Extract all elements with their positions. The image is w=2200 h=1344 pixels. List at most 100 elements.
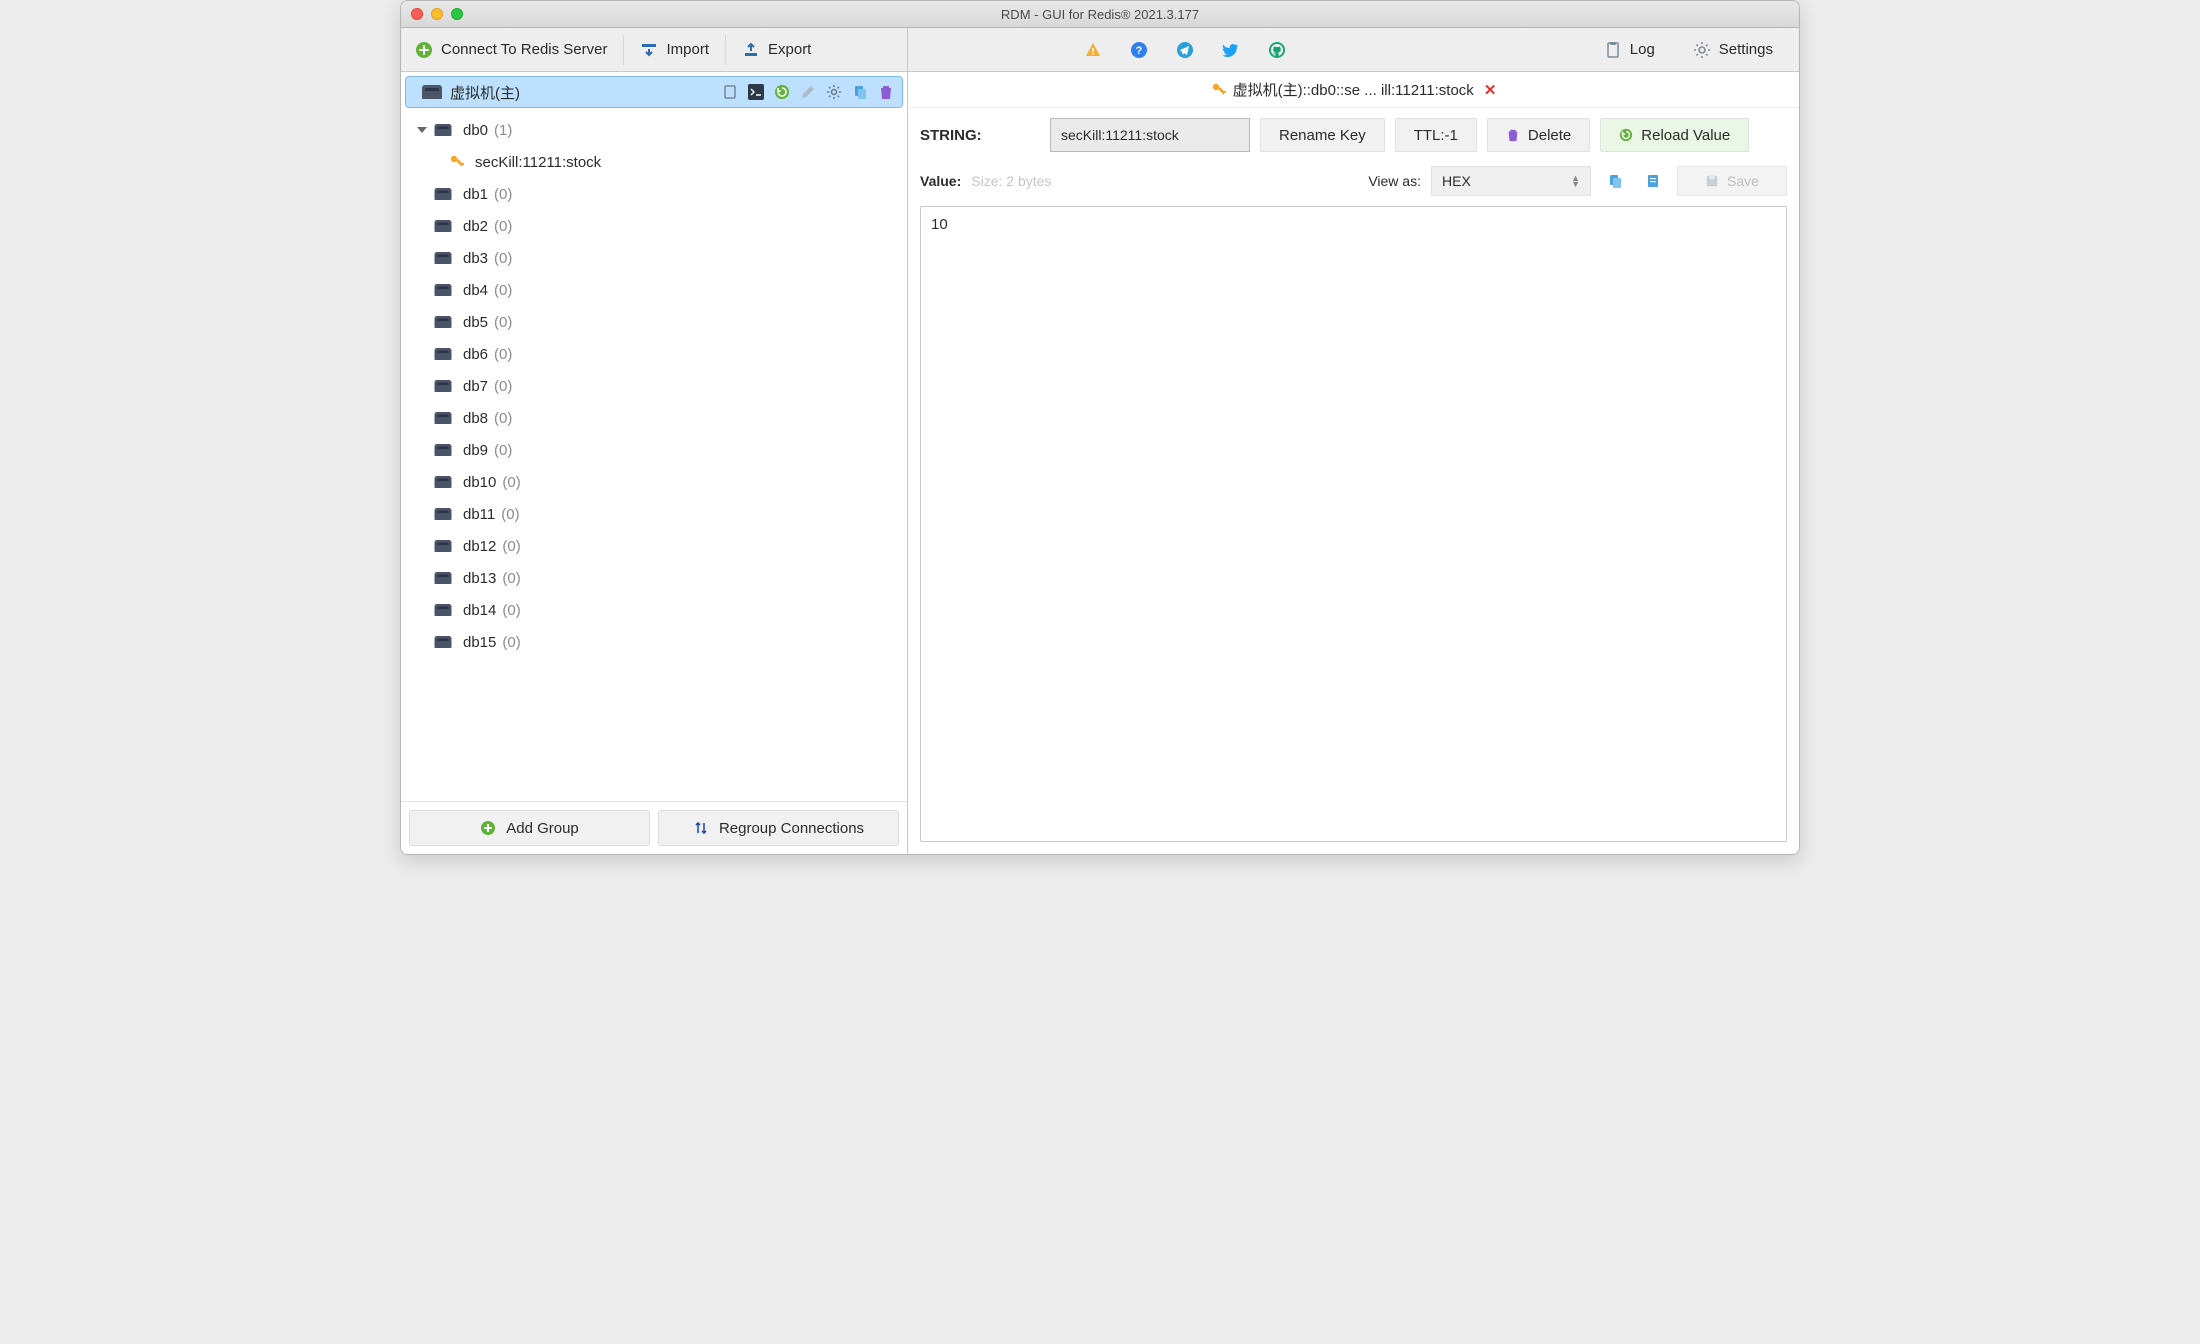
settings-button[interactable]: Settings bbox=[1683, 28, 1783, 72]
add-group-button[interactable]: Add Group bbox=[409, 810, 650, 846]
database-icon bbox=[435, 220, 452, 232]
db-count: (0) bbox=[494, 378, 512, 395]
export-button[interactable]: Export bbox=[728, 28, 825, 72]
clipboard-icon[interactable] bbox=[722, 84, 738, 100]
copy-value-button[interactable] bbox=[1601, 167, 1629, 195]
window-controls bbox=[411, 8, 463, 20]
reload-icon bbox=[1619, 128, 1633, 142]
db-row[interactable]: db2 (0) bbox=[401, 210, 907, 242]
github-icon[interactable] bbox=[1268, 41, 1286, 59]
db-name: db11 bbox=[463, 506, 495, 523]
db-name: db9 bbox=[463, 442, 488, 459]
database-icon bbox=[435, 412, 452, 424]
connect-button[interactable]: Connect To Redis Server bbox=[401, 28, 621, 72]
database-icon bbox=[435, 380, 452, 392]
db-name: db14 bbox=[463, 602, 496, 619]
rename-key-button[interactable]: Rename Key bbox=[1260, 118, 1385, 152]
format-value-button[interactable] bbox=[1639, 167, 1667, 195]
export-label: Export bbox=[768, 41, 811, 58]
import-button[interactable]: Import bbox=[626, 28, 723, 72]
database-icon bbox=[435, 604, 452, 616]
view-mode-value: HEX bbox=[1442, 173, 1471, 189]
db-row[interactable]: db12 (0) bbox=[401, 530, 907, 562]
tab[interactable]: 虚拟机(主)::db0::se ... ill:11211:stock ✕ bbox=[1211, 79, 1497, 100]
sidebar-footer: Add Group Regroup Connections bbox=[401, 801, 907, 854]
window-title: RDM - GUI for Redis® 2021.3.177 bbox=[401, 7, 1799, 22]
svg-text:?: ? bbox=[1136, 45, 1143, 57]
db-row[interactable]: db4 (0) bbox=[401, 274, 907, 306]
reload-icon[interactable] bbox=[774, 84, 790, 100]
twitter-icon[interactable] bbox=[1222, 41, 1240, 59]
database-icon bbox=[435, 444, 452, 456]
db-row[interactable]: db8 (0) bbox=[401, 402, 907, 434]
gear-icon[interactable] bbox=[826, 84, 842, 100]
chevron-up-down-icon: ▲▼ bbox=[1571, 175, 1580, 187]
db-row[interactable]: db14 (0) bbox=[401, 594, 907, 626]
help-icon[interactable]: ? bbox=[1130, 41, 1148, 59]
toolbar: Connect To Redis Server Import Export ? bbox=[401, 28, 1799, 72]
window-maximize-button[interactable] bbox=[451, 8, 463, 20]
view-as-label: View as: bbox=[1368, 173, 1421, 189]
db-name: db0 bbox=[463, 122, 488, 139]
db-row[interactable]: db11 (0) bbox=[401, 498, 907, 530]
db-row[interactable]: db0 (1) bbox=[401, 114, 907, 146]
toolbar-right: ? Log Settings bbox=[908, 28, 1799, 71]
window-minimize-button[interactable] bbox=[431, 8, 443, 20]
db-count: (0) bbox=[494, 186, 512, 203]
clipboard-icon bbox=[1604, 41, 1622, 59]
db-name: db12 bbox=[463, 538, 496, 555]
terminal-icon[interactable] bbox=[748, 84, 764, 100]
db-row[interactable]: db15 (0) bbox=[401, 626, 907, 658]
db-count: (0) bbox=[494, 410, 512, 427]
db-count: (0) bbox=[502, 538, 520, 555]
log-label: Log bbox=[1630, 41, 1655, 58]
db-count: (0) bbox=[502, 634, 520, 651]
db-name: db13 bbox=[463, 570, 496, 587]
reload-value-button[interactable]: Reload Value bbox=[1600, 118, 1749, 152]
save-icon bbox=[1705, 174, 1719, 188]
window-close-button[interactable] bbox=[411, 8, 423, 20]
db-row[interactable]: db1 (0) bbox=[401, 178, 907, 210]
toolbar-left: Connect To Redis Server Import Export bbox=[401, 28, 908, 71]
db-row[interactable]: db13 (0) bbox=[401, 562, 907, 594]
connection-row[interactable]: 虚拟机(主) bbox=[405, 76, 903, 108]
view-as-group: View as: HEX ▲▼ Save bbox=[1368, 166, 1787, 196]
db-count: (0) bbox=[494, 442, 512, 459]
database-icon bbox=[435, 508, 452, 520]
ttl-button[interactable]: TTL:-1 bbox=[1395, 118, 1477, 152]
body: 虚拟机(主) db0 (1)secKill:11211:stockdb1 (0)… bbox=[401, 72, 1799, 854]
db-row[interactable]: db9 (0) bbox=[401, 434, 907, 466]
db-row[interactable]: db6 (0) bbox=[401, 338, 907, 370]
log-button[interactable]: Log bbox=[1594, 28, 1665, 72]
delete-key-button[interactable]: Delete bbox=[1487, 118, 1590, 152]
db-count: (0) bbox=[502, 602, 520, 619]
value-editor[interactable]: 10 bbox=[920, 206, 1787, 842]
db-name: db4 bbox=[463, 282, 488, 299]
regroup-button[interactable]: Regroup Connections bbox=[658, 810, 899, 846]
connect-label: Connect To Redis Server bbox=[441, 41, 607, 58]
main-panel: 虚拟机(主)::db0::se ... ill:11211:stock ✕ ST… bbox=[908, 72, 1799, 854]
save-button: Save bbox=[1677, 166, 1787, 196]
edit-icon[interactable] bbox=[800, 84, 816, 100]
db-count: (0) bbox=[494, 218, 512, 235]
db-name: db8 bbox=[463, 410, 488, 427]
chevron-down-icon bbox=[417, 127, 427, 133]
sort-icon bbox=[693, 820, 709, 836]
view-mode-select[interactable]: HEX ▲▼ bbox=[1431, 166, 1591, 196]
key-name-input[interactable]: secKill:11211:stock bbox=[1050, 118, 1250, 152]
db-row[interactable]: db10 (0) bbox=[401, 466, 907, 498]
page-icon bbox=[1607, 173, 1623, 189]
db-row[interactable]: db7 (0) bbox=[401, 370, 907, 402]
database-icon bbox=[435, 540, 452, 552]
plus-circle-icon bbox=[480, 820, 496, 836]
telegram-icon[interactable] bbox=[1176, 41, 1194, 59]
key-row[interactable]: secKill:11211:stock bbox=[401, 146, 907, 178]
duplicate-icon[interactable] bbox=[852, 84, 868, 100]
database-icon bbox=[435, 348, 452, 360]
database-icon bbox=[435, 316, 452, 328]
tab-close-icon[interactable]: ✕ bbox=[1484, 81, 1497, 99]
trash-icon[interactable] bbox=[878, 84, 894, 100]
db-row[interactable]: db5 (0) bbox=[401, 306, 907, 338]
db-row[interactable]: db3 (0) bbox=[401, 242, 907, 274]
warning-icon[interactable] bbox=[1084, 41, 1102, 59]
